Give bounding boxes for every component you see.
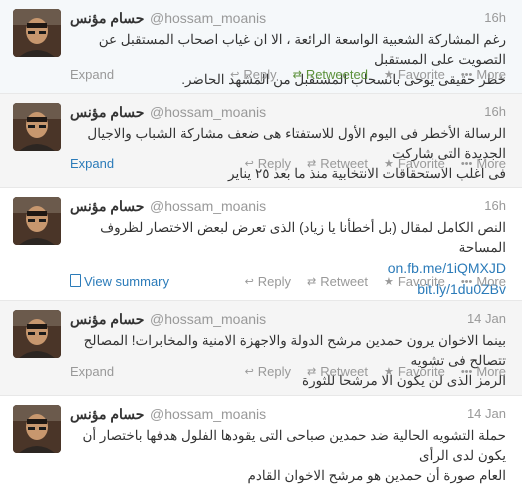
retweet-button[interactable]: ⇄ Retweeted xyxy=(293,67,368,82)
favorite-button[interactable]: ★ Favorite xyxy=(384,67,445,82)
tweet-actions: ↩ Reply ⇄ Retweet ★ Favorite ••• More xyxy=(245,274,506,289)
tweet-text: بينما الاخوان يرون حمدين مرشح الدولة وال… xyxy=(70,331,506,391)
retweet-button[interactable]: ⇄ Retweet xyxy=(307,156,368,171)
handle[interactable]: @hossam_moanis xyxy=(150,311,266,327)
more-label: More xyxy=(476,274,506,289)
tweet-timeline: @hossam_moanis حسام مؤنس 16h رغم المشارك… xyxy=(0,0,522,492)
retweet-label: Retweeted xyxy=(305,67,368,82)
timestamp[interactable]: 14 Jan xyxy=(467,311,506,326)
tweet-header: @hossam_moanis حسام مؤنس 14 Jan xyxy=(70,406,506,424)
favorite-label: Favorite xyxy=(397,364,445,379)
more-button[interactable]: ••• More xyxy=(461,67,506,82)
more-button[interactable]: ••• More xyxy=(461,274,506,289)
retweet-icon: ⇄ xyxy=(292,69,302,81)
handle[interactable]: @hossam_moanis xyxy=(150,198,266,214)
tweet-header: @hossam_moanis حسام مؤنس 14 Jan xyxy=(70,311,506,329)
tweet-actions: ↩ Reply ⇄ Retweeted ★ Favorite ••• More xyxy=(230,67,506,82)
tweet[interactable]: @hossam_moanis حسام مؤنس 16h النص الكامل… xyxy=(0,188,522,301)
tweet[interactable]: @hossam_moanis حسام مؤنس 16h رغم المشارك… xyxy=(0,0,522,94)
view-summary-label: View summary xyxy=(84,274,170,289)
expand-link[interactable]: Expand xyxy=(70,67,114,82)
star-icon: ★ xyxy=(383,366,394,378)
tweet-header: @hossam_moanis حسام مؤنس 16h xyxy=(70,10,506,28)
display-name[interactable]: حسام مؤنس xyxy=(70,104,144,121)
timestamp[interactable]: 16h xyxy=(484,198,506,213)
more-button[interactable]: ••• More xyxy=(461,156,506,171)
display-name[interactable]: حسام مؤنس xyxy=(70,198,144,215)
favorite-button[interactable]: ★ Favorite xyxy=(384,156,445,171)
star-icon: ★ xyxy=(383,158,394,170)
favorite-label: Favorite xyxy=(397,274,445,289)
reply-icon: ↩ xyxy=(244,276,254,288)
reply-label: Reply xyxy=(257,156,292,171)
tweet-text: الرسالة الأخطر فى اليوم الأول للاستفتاء … xyxy=(70,124,506,184)
star-icon: ★ xyxy=(383,69,394,81)
avatar[interactable] xyxy=(13,9,61,57)
retweet-label: Retweet xyxy=(320,274,368,289)
reply-icon: ↩ xyxy=(244,366,254,378)
timestamp[interactable]: 14 Jan xyxy=(467,406,506,421)
reply-label: Reply xyxy=(243,67,277,82)
tweet-actions: ↩ Reply ⇄ Retweet ★ Favorite ••• More xyxy=(245,364,506,379)
handle[interactable]: @hossam_moanis xyxy=(150,10,266,26)
retweet-button[interactable]: ⇄ Retweet xyxy=(307,364,368,379)
tweet-text: حملة التشويه الحالية ضد حمدين صباحى التى… xyxy=(70,426,506,486)
timestamp[interactable]: 16h xyxy=(484,104,506,119)
retweet-icon: ⇄ xyxy=(307,366,317,378)
reply-label: Reply xyxy=(257,274,292,289)
avatar[interactable] xyxy=(13,310,61,358)
more-button[interactable]: ••• More xyxy=(461,364,506,379)
tweet[interactable]: @hossam_moanis حسام مؤنس 16h الرسالة الأ… xyxy=(0,94,522,188)
star-icon: ★ xyxy=(383,276,394,288)
tweet-line: العام صورة أن حمدين هو مرشح الاخوان القا… xyxy=(247,468,506,483)
handle[interactable]: @hossam_moanis xyxy=(150,406,266,422)
avatar[interactable] xyxy=(13,405,61,453)
favorite-label: Favorite xyxy=(397,67,445,82)
more-dots-icon: ••• xyxy=(460,365,473,378)
tweet-header: @hossam_moanis حسام مؤنس 16h xyxy=(70,104,506,122)
avatar[interactable] xyxy=(13,197,61,245)
reply-button[interactable]: ↩ Reply xyxy=(245,364,291,379)
tweet-header: @hossam_moanis حسام مؤنس 16h xyxy=(70,198,506,216)
timestamp[interactable]: 16h xyxy=(484,10,506,25)
tweet[interactable]: @hossam_moanis حسام مؤنس 14 Jan حملة الت… xyxy=(0,396,522,492)
avatar[interactable] xyxy=(13,103,61,151)
tweet[interactable]: @hossam_moanis حسام مؤنس 14 Jan بينما ال… xyxy=(0,301,522,396)
retweet-label: Retweet xyxy=(320,364,368,379)
display-name[interactable]: حسام مؤنس xyxy=(70,10,144,27)
more-dots-icon: ••• xyxy=(460,157,473,170)
view-summary-link[interactable]: View summary xyxy=(70,274,169,289)
reply-icon: ↩ xyxy=(244,158,254,170)
favorite-label: Favorite xyxy=(397,156,445,171)
display-name[interactable]: حسام مؤنس xyxy=(70,311,144,328)
reply-label: Reply xyxy=(257,364,292,379)
tweet-actions: ↩ Reply ⇄ Retweet ★ Favorite ••• More xyxy=(245,156,506,171)
summary-card-icon xyxy=(70,274,81,287)
favorite-button[interactable]: ★ Favorite xyxy=(384,364,445,379)
tweet-line: رغم المشاركة الشعبية الواسعة الرائعة ، ا… xyxy=(98,32,506,67)
retweet-icon: ⇄ xyxy=(307,158,317,170)
expand-link[interactable]: Expand xyxy=(70,156,114,171)
tweet-line: حملة التشويه الحالية ضد حمدين صباحى التى… xyxy=(82,428,506,463)
reply-button[interactable]: ↩ Reply xyxy=(230,67,276,82)
favorite-button[interactable]: ★ Favorite xyxy=(384,274,445,289)
retweet-button[interactable]: ⇄ Retweet xyxy=(307,274,368,289)
reply-button[interactable]: ↩ Reply xyxy=(245,274,291,289)
handle[interactable]: @hossam_moanis xyxy=(150,104,266,120)
tweet-line: النص الكامل لمقال (بل أخطأنا يا زياد) ال… xyxy=(100,220,506,255)
reply-icon: ↩ xyxy=(230,69,240,81)
display-name[interactable]: حسام مؤنس xyxy=(70,406,144,423)
expand-link[interactable]: Expand xyxy=(70,364,114,379)
reply-button[interactable]: ↩ Reply xyxy=(245,156,291,171)
more-dots-icon: ••• xyxy=(460,275,473,288)
more-label: More xyxy=(476,156,506,171)
more-label: More xyxy=(476,364,506,379)
more-label: More xyxy=(476,67,506,82)
retweet-icon: ⇄ xyxy=(307,276,317,288)
more-dots-icon: ••• xyxy=(460,68,473,81)
retweet-label: Retweet xyxy=(320,156,368,171)
